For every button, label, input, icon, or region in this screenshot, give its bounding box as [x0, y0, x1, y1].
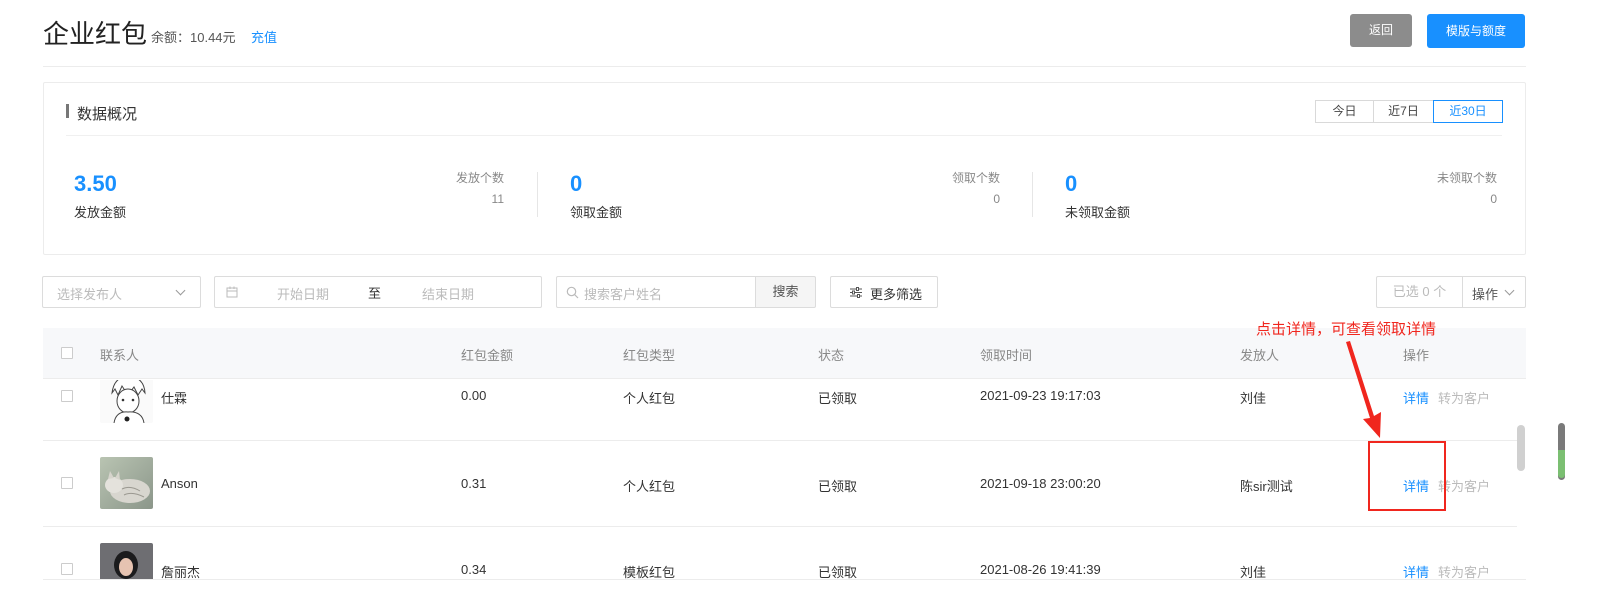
- search-icon: [566, 286, 579, 299]
- amount-cell: 0.34: [461, 562, 487, 577]
- overview-title: 数据概况: [77, 106, 138, 123]
- range-30days-button[interactable]: 近30日: [1433, 100, 1503, 123]
- annotation-text: 点击详情，可查看领取详情: [1256, 321, 1437, 338]
- time-cell: 2021-08-26 19:41:39: [980, 562, 1101, 577]
- table-row: 詹丽杰 0.34 模板红包 已领取 2021-08-26 19:41:39 刘佳…: [43, 527, 1517, 579]
- stat-label: 发放金额: [74, 205, 127, 220]
- selected-count: 已选 0 个: [1376, 276, 1463, 308]
- avatar: [100, 457, 153, 509]
- type-cell: 个人红包: [623, 391, 676, 406]
- stat-value: 0: [570, 171, 583, 196]
- stat-value: 0: [1065, 171, 1078, 196]
- table-bottom-border: [43, 579, 1526, 580]
- row-checkbox[interactable]: [61, 390, 73, 402]
- column-header-actions: 操作: [1403, 348, 1430, 363]
- column-header-received-time: 领取时间: [980, 348, 1033, 363]
- avatar: [100, 543, 153, 579]
- date-range-picker[interactable]: 开始日期 至 结束日期: [214, 276, 542, 308]
- convert-to-customer-link[interactable]: 转为客户: [1438, 562, 1490, 579]
- calendar-icon: [226, 286, 238, 298]
- table-row: Anson 0.31 个人红包 已领取 2021-09-18 23:00:20 …: [43, 441, 1517, 527]
- range-7days-button[interactable]: 近7日: [1373, 100, 1434, 123]
- column-header-amount: 红包金额: [461, 348, 514, 363]
- stat-label: 领取金额: [570, 205, 623, 220]
- filter-sliders-icon: [850, 287, 862, 298]
- bulk-actions-dropdown[interactable]: 操作: [1462, 276, 1526, 308]
- select-all-checkbox[interactable]: [61, 347, 73, 359]
- date-separator: 至: [368, 286, 382, 301]
- stat-side-value: 0: [993, 192, 1000, 206]
- time-cell: 2021-09-23 19:17:03: [980, 388, 1101, 403]
- convert-to-customer-link[interactable]: 转为客户: [1438, 388, 1490, 407]
- search-placeholder: 搜索客户姓名: [584, 287, 663, 302]
- more-filters-label: 更多筛选: [870, 287, 923, 302]
- recharge-link[interactable]: 充值: [251, 27, 277, 46]
- time-cell: 2021-09-18 23:00:20: [980, 476, 1101, 491]
- detail-link[interactable]: 详情: [1403, 562, 1429, 579]
- detail-link[interactable]: 详情: [1403, 388, 1429, 407]
- contact-name: 仕霖: [161, 391, 188, 406]
- page-title: 企业红包: [43, 19, 148, 49]
- column-header-sender: 发放人: [1240, 348, 1280, 363]
- sender-select[interactable]: 选择发布人: [42, 276, 201, 308]
- stat-side-label: 领取个数: [951, 171, 1000, 185]
- range-today-button[interactable]: 今日: [1315, 100, 1374, 123]
- sender-select-placeholder: 选择发布人: [57, 287, 123, 302]
- data-overview-card: 数据概况 今日 近7日 近30日 3.50 发放金额 发放个数 11 0 领取金…: [43, 82, 1526, 255]
- stat-side-value: 0: [1490, 192, 1497, 206]
- balance-text: 余额：10.44元: [151, 30, 236, 45]
- sender-cell: 刘佳: [1240, 565, 1267, 579]
- stat-issued-count: 发放个数 11: [456, 169, 504, 206]
- table-body: 仕霖 0.00 个人红包 已领取 2021-09-23 19:17:03 刘佳 …: [43, 380, 1517, 579]
- contact-name: Anson: [161, 476, 198, 491]
- table-scrollbar-thumb[interactable]: [1517, 425, 1525, 471]
- type-cell: 个人红包: [623, 479, 676, 494]
- stat-divider: [537, 172, 538, 217]
- more-filters-button[interactable]: 更多筛选: [830, 276, 938, 308]
- avatar: [100, 380, 153, 423]
- stat-received-count: 领取个数 0: [952, 169, 1000, 206]
- chevron-down-icon: [175, 285, 186, 296]
- amount-cell: 0.31: [461, 476, 487, 491]
- stat-side-label: 发放个数: [455, 171, 504, 185]
- page-scrollbar-indicator: [1558, 450, 1565, 478]
- search-button[interactable]: 搜索: [755, 276, 816, 308]
- column-header-contact: 联系人: [100, 348, 140, 363]
- column-header-status: 状态: [818, 348, 845, 363]
- sender-cell: 陈sir测试: [1240, 479, 1293, 494]
- stat-label: 未领取金额: [1065, 205, 1131, 220]
- template-quota-button[interactable]: 模版与额度: [1427, 14, 1525, 48]
- type-cell: 模板红包: [623, 565, 676, 579]
- annotation-arrow-icon: [1346, 341, 1381, 438]
- bulk-actions-label: 操作: [1472, 287, 1499, 302]
- amount-cell: 0.00: [461, 388, 487, 403]
- page-header: 企业红包 余额：10.44元 充值 返回 模版与额度: [43, 0, 1526, 67]
- overview-header: 数据概况 今日 近7日 近30日: [66, 83, 1503, 136]
- chevron-down-icon: [1504, 285, 1515, 296]
- status-cell: 已领取: [818, 391, 858, 406]
- end-date-input[interactable]: 结束日期: [422, 284, 474, 303]
- stat-divider: [1032, 172, 1033, 217]
- contact-name: 詹丽杰: [161, 565, 201, 579]
- stat-side-value: 11: [491, 192, 504, 206]
- stat-side-label: 未领取个数: [1436, 171, 1497, 185]
- row-checkbox[interactable]: [61, 477, 73, 489]
- customer-search-input[interactable]: 搜索客户姓名: [556, 276, 756, 308]
- annotation-highlight-box: [1368, 441, 1446, 511]
- row-checkbox[interactable]: [61, 563, 73, 575]
- status-cell: 已领取: [818, 565, 858, 579]
- sender-cell: 刘佳: [1240, 391, 1267, 406]
- table-row: 仕霖 0.00 个人红包 已领取 2021-09-23 19:17:03 刘佳 …: [43, 380, 1517, 441]
- start-date-input[interactable]: 开始日期: [277, 284, 329, 303]
- status-cell: 已领取: [818, 479, 858, 494]
- stat-value: 3.50: [74, 171, 117, 196]
- title-accent-bar: [66, 104, 69, 118]
- stat-unreceived-count: 未领取个数 0: [1437, 169, 1497, 206]
- back-button[interactable]: 返回: [1350, 14, 1412, 47]
- column-header-type: 红包类型: [623, 348, 676, 363]
